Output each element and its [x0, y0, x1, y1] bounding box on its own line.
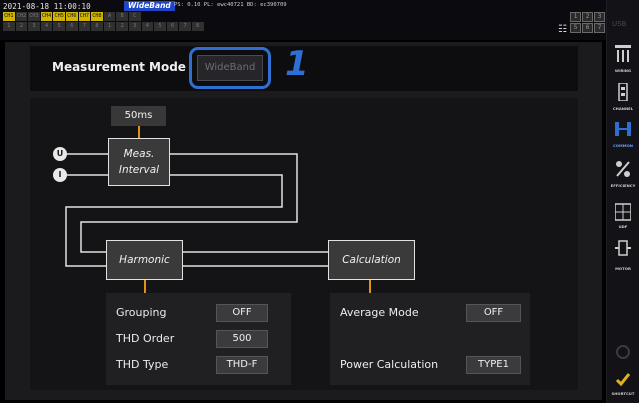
- interval-value[interactable]: 50ms: [111, 106, 166, 126]
- measurement-mode-button[interactable]: WideBand: [189, 47, 271, 89]
- nav-label: SHORTCUT: [611, 391, 635, 396]
- channel-indicator: 2: [116, 22, 128, 31]
- harmonic-block: Harmonic: [106, 240, 183, 280]
- average-mode-label: Average Mode: [340, 306, 419, 319]
- grouping-label: Grouping: [116, 306, 167, 319]
- input-u-badge: U: [53, 147, 67, 161]
- datetime: 2021-08-18 11:00:10: [3, 2, 91, 11]
- channel-indicator: 5: [53, 22, 65, 31]
- panel-number[interactable]: 6: [582, 23, 593, 33]
- channel-indicator: CH3: [28, 12, 40, 21]
- lock-icon: [616, 345, 630, 359]
- thd-order-value[interactable]: 500: [216, 330, 268, 348]
- meas-interval-line2: Interval: [118, 164, 160, 176]
- channel-row-1: CH1 CH2 CH3 CH4 CH5 CH6 CH7 CH8 A B C: [3, 12, 141, 21]
- channel-indicator: CH1: [3, 12, 15, 21]
- nav-item-shortcut[interactable]: SHORTCUT: [607, 367, 639, 403]
- channel-indicator: CH7: [78, 12, 91, 21]
- thd-order-label: THD Order: [116, 332, 175, 345]
- nav-item-channel[interactable]: CHANNEL: [607, 80, 639, 116]
- measurement-mode-label: Measurement Mode: [52, 60, 186, 74]
- channel-indicator: A: [103, 12, 116, 21]
- channel-indicator: 1: [103, 22, 116, 31]
- grouping-value[interactable]: OFF: [216, 304, 268, 322]
- nav-label: CHANNEL: [612, 106, 634, 111]
- panel-number[interactable]: 2: [582, 12, 593, 22]
- nav-item-motor[interactable]: MOTOR: [607, 236, 639, 272]
- thd-type-value[interactable]: THD-F: [216, 356, 268, 374]
- channel-indicator: 8: [91, 22, 103, 31]
- input-i-badge: I: [53, 168, 67, 182]
- channel-indicator: 3: [28, 22, 40, 31]
- nav-item-common[interactable]: COMMON: [607, 117, 639, 153]
- harmonic-label: Harmonic: [119, 254, 170, 266]
- panel-number[interactable]: 1: [570, 12, 581, 22]
- panel-number[interactable]: 3: [594, 12, 605, 22]
- power-calculation-label: Power Calculation: [340, 358, 439, 371]
- nav-label: COMMON: [613, 143, 633, 148]
- usb-indicator: USB: [612, 20, 627, 28]
- channel-indicator: 4: [40, 22, 53, 31]
- channel-indicator: 3: [128, 22, 141, 31]
- channel-indicator: 5: [154, 22, 166, 31]
- udf-icon: [615, 203, 631, 221]
- nav-item-efficiency[interactable]: EFFICIENCY: [607, 157, 639, 193]
- channel-indicator: 6: [166, 22, 179, 31]
- nav-label: EFFICIENCY: [610, 183, 636, 188]
- network-icon: ☷: [558, 24, 567, 35]
- channel-indicator: 1: [3, 22, 15, 31]
- thd-type-label: THD Type: [116, 358, 169, 371]
- nav-item-udf[interactable]: UDF: [607, 200, 639, 236]
- channel-indicator: 2: [15, 22, 28, 31]
- common-icon: [615, 122, 631, 136]
- channel-row-2: 1 2 3 4 5 6 7 8 1 2 3 4 5 6 7 8: [3, 22, 204, 31]
- nav-label: MOTOR: [615, 266, 631, 271]
- calculation-label: Calculation: [342, 254, 401, 266]
- nav-label: WIRING: [614, 68, 632, 73]
- channel-indicator: CH2: [15, 12, 28, 21]
- meas-interval-line1: Meas.: [123, 148, 155, 160]
- callout-number: 1: [285, 44, 309, 84]
- panel-number[interactable]: 7: [594, 23, 605, 33]
- average-mode-value[interactable]: OFF: [466, 304, 521, 322]
- channel-indicator: CH8: [91, 12, 103, 21]
- panel-number[interactable]: 5: [570, 23, 581, 33]
- channel-indicator: CH6: [65, 12, 78, 21]
- channel-indicator: 4: [141, 22, 154, 31]
- status-bar: 2021-08-18 11:00:10 WideBand PS: 0.10 PL…: [0, 0, 639, 40]
- mode-indicator: WideBand: [124, 1, 175, 11]
- channel-icon: [618, 83, 628, 101]
- channel-indicator: CH4: [40, 12, 53, 21]
- channel-indicator: B: [116, 12, 128, 21]
- power-calculation-value[interactable]: TYPE1: [466, 356, 521, 374]
- wiring-icon: [615, 45, 631, 62]
- efficiency-icon: [616, 161, 630, 177]
- nav-item-wiring[interactable]: WIRING: [607, 42, 639, 78]
- channel-indicator: 7: [179, 22, 191, 31]
- measurement-mode-value[interactable]: WideBand: [197, 55, 263, 81]
- nav-label: UDF: [618, 224, 628, 229]
- meas-interval-block: Meas. Interval: [108, 138, 170, 186]
- channel-indicator: C: [128, 12, 141, 21]
- status-info: PS: 0.10 PL: ewc40721 BD: ec390709: [174, 2, 287, 8]
- shortcut-icon: [615, 373, 631, 387]
- channel-indicator: 8: [191, 22, 204, 31]
- calculation-block: Calculation: [328, 240, 415, 280]
- channel-indicator: 7: [78, 22, 91, 31]
- channel-indicator: CH5: [53, 12, 65, 21]
- channel-indicator: 6: [65, 22, 78, 31]
- motor-icon: [615, 240, 631, 256]
